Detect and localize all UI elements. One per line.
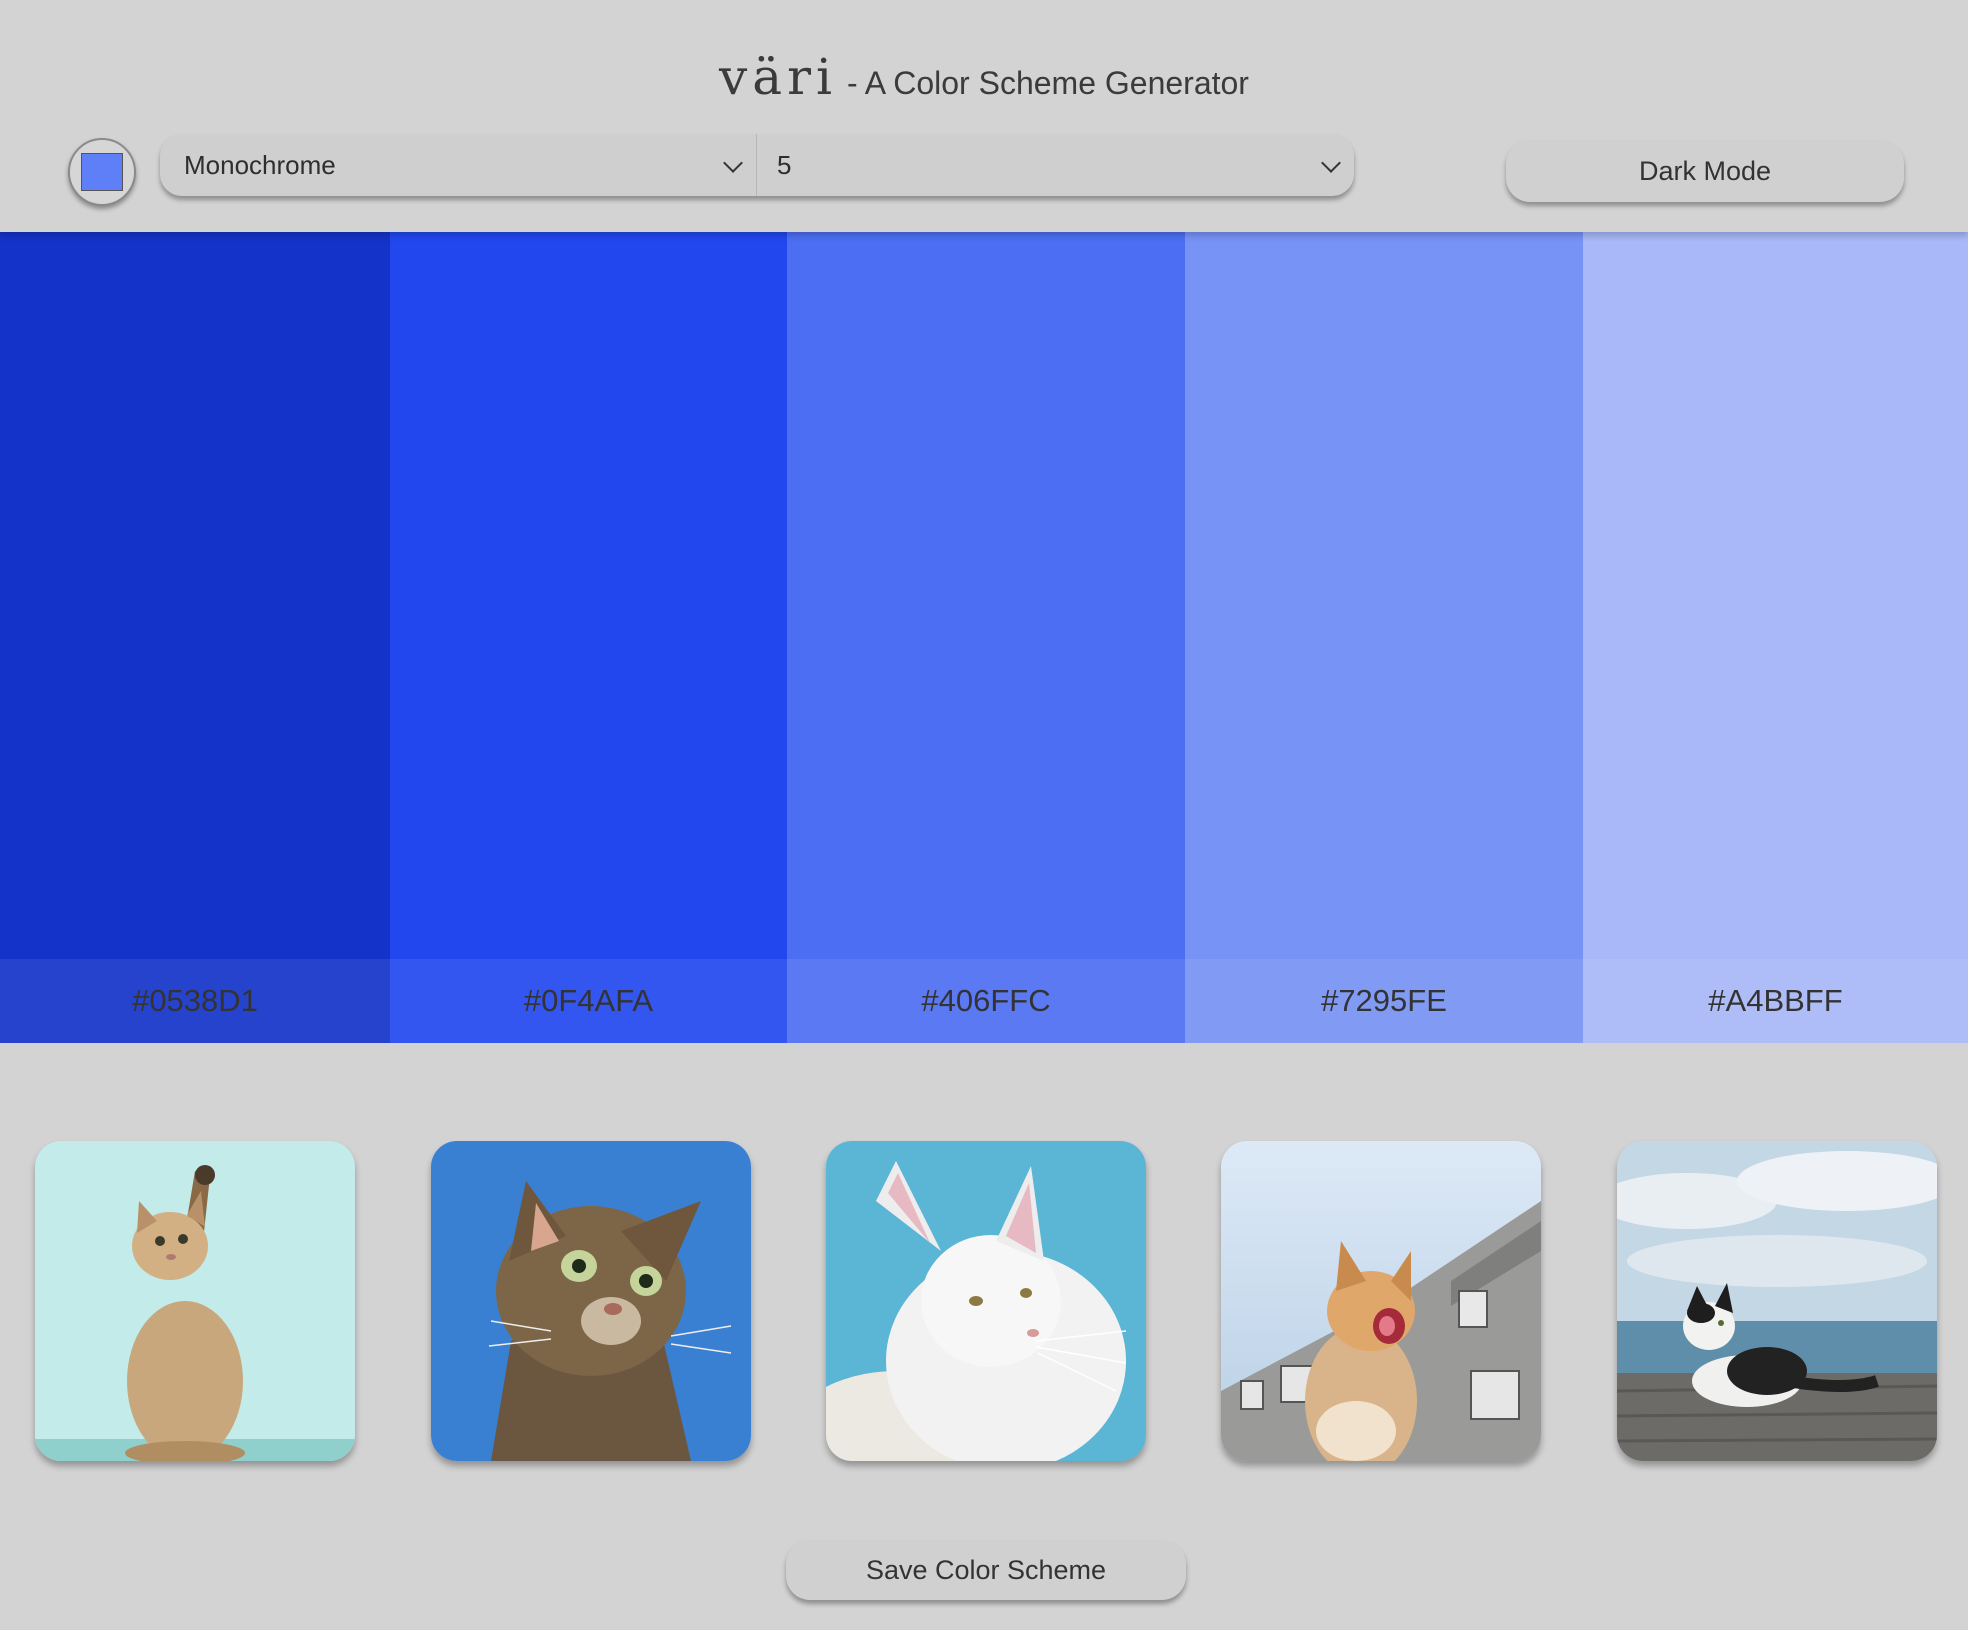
color-count-select[interactable]: 5 xyxy=(757,134,1354,196)
color-count-value: 5 xyxy=(777,149,792,180)
color-palette: #0538D1 #0F4AFA #406FFC #7295FE #A4BBFF xyxy=(0,232,1968,1043)
color-swatch-1[interactable]: #0538D1 xyxy=(0,232,390,1043)
save-color-scheme-button[interactable]: Save Color Scheme xyxy=(786,1540,1186,1600)
color-hex-label[interactable]: #0538D1 xyxy=(0,959,390,1043)
color-swatch-3[interactable]: #406FFC xyxy=(787,232,1185,1043)
color-hex-label[interactable]: #A4BBFF xyxy=(1583,959,1968,1043)
scheme-mode-select[interactable]: Monochrome xyxy=(160,134,757,196)
page-title: väri - A Color Scheme Generator xyxy=(0,48,1968,106)
seed-color-swatch[interactable] xyxy=(81,153,123,191)
app-subtitle: - A Color Scheme Generator xyxy=(846,65,1249,101)
color-hex-label[interactable]: #406FFC xyxy=(787,959,1185,1043)
app-logo: väri xyxy=(719,48,837,106)
scheme-controls: Monochrome 5 xyxy=(160,134,1354,196)
seed-color-picker[interactable] xyxy=(68,138,136,206)
color-hex-label[interactable]: #0F4AFA xyxy=(390,959,787,1043)
chevron-down-icon xyxy=(1321,153,1341,173)
color-swatch-2[interactable]: #0F4AFA xyxy=(390,232,787,1043)
cat-gallery xyxy=(0,1141,1968,1461)
cat-photo-tabby-looking-up xyxy=(431,1141,751,1461)
app-header: väri - A Color Scheme Generator Monochrom… xyxy=(0,0,1968,232)
color-hex-label[interactable]: #7295FE xyxy=(1185,959,1583,1043)
cat-photo-white-longhair xyxy=(826,1141,1146,1461)
cat-photo-kitten-reaching xyxy=(35,1141,355,1461)
cat-photo-black-white-cat-by-sea xyxy=(1617,1141,1937,1461)
color-swatch-5[interactable]: #A4BBFF xyxy=(1583,232,1968,1043)
dark-mode-button[interactable]: Dark Mode xyxy=(1506,140,1904,202)
cat-photo-orange-cat-yawning xyxy=(1221,1141,1541,1461)
color-swatch-4[interactable]: #7295FE xyxy=(1185,232,1583,1043)
scheme-mode-value: Monochrome xyxy=(184,149,336,180)
chevron-down-icon xyxy=(723,153,743,173)
